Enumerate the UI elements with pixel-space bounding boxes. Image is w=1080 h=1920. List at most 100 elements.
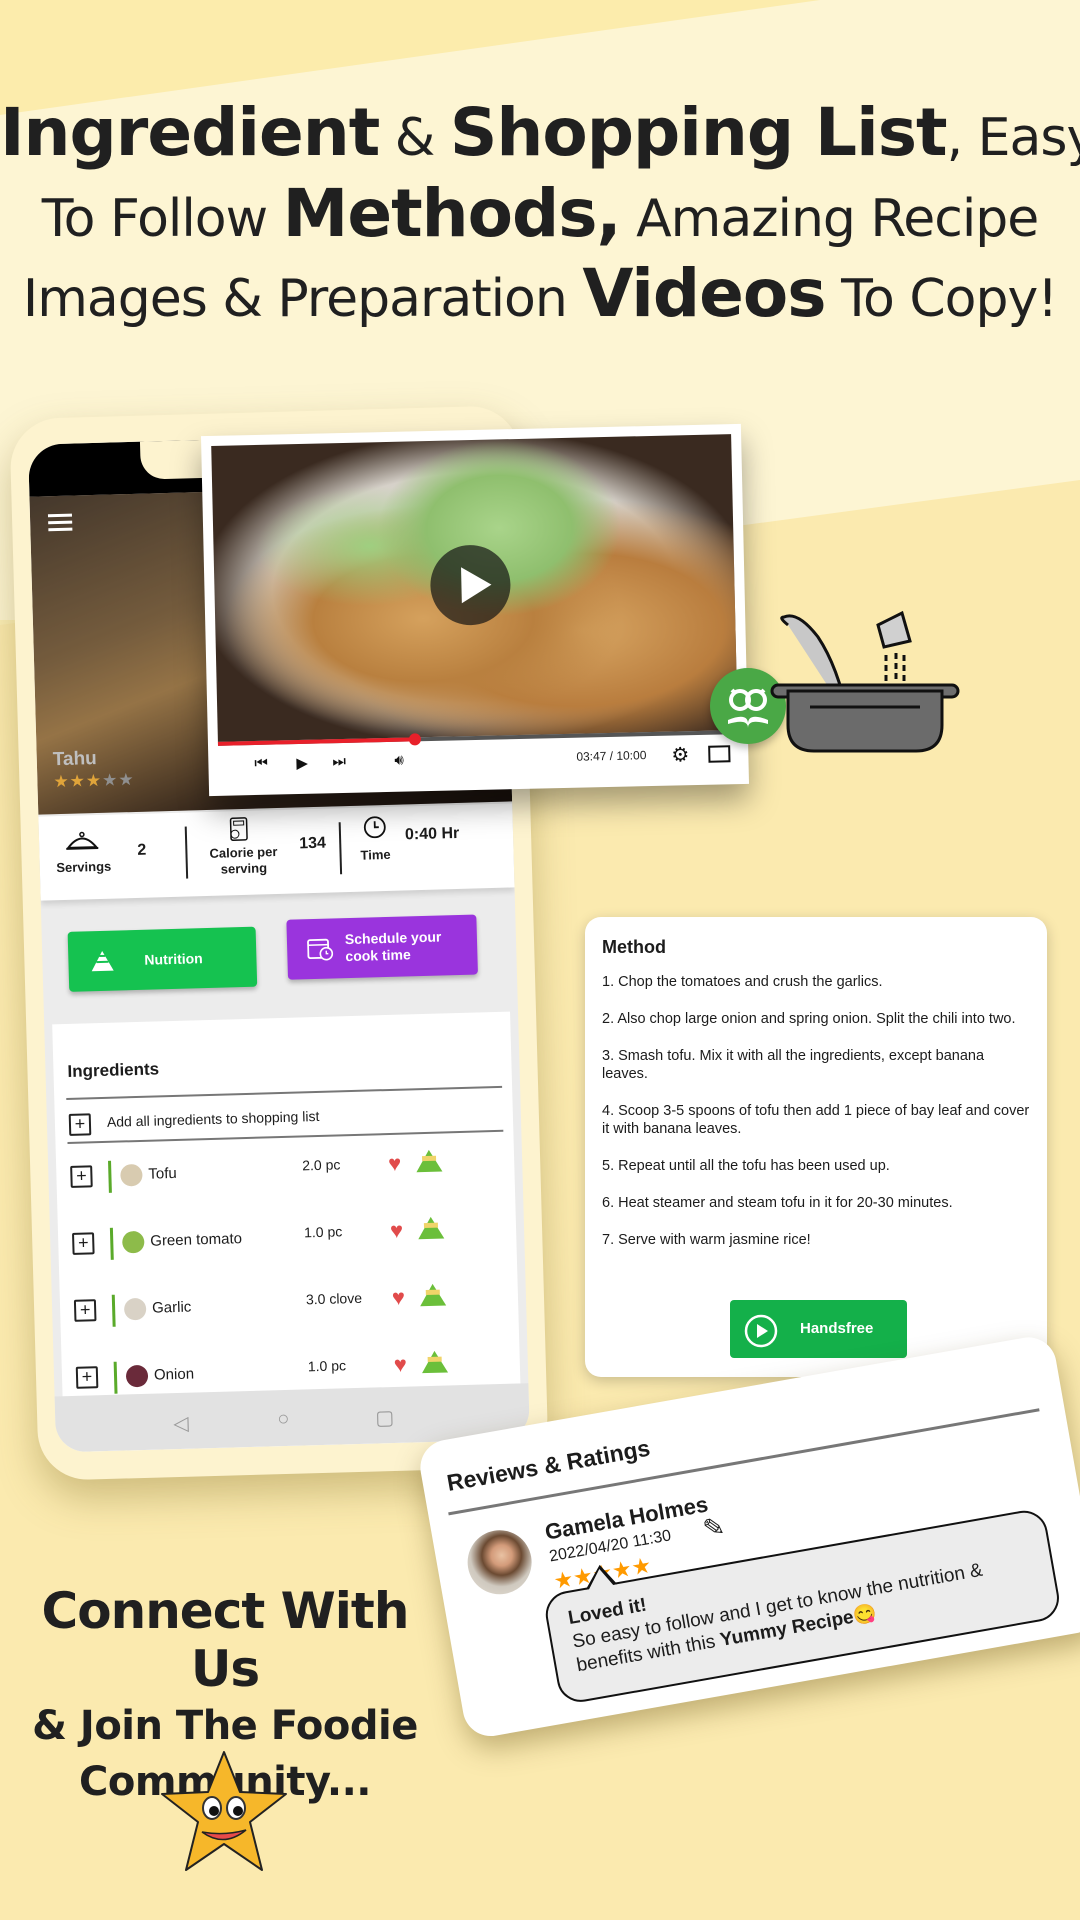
nutrition-pyramid-icon[interactable] [421,1350,449,1374]
health-heart-icon[interactable]: ♥ [392,1285,406,1311]
nutrition-button[interactable]: Nutrition [67,926,258,992]
ingredient-thumbnail [121,1230,145,1254]
health-heart-icon[interactable]: ♥ [388,1151,402,1177]
headline: Ingredient & Shopping List, Easy To Foll… [0,92,1080,334]
health-heart-icon[interactable]: ♥ [390,1218,404,1244]
play-icon[interactable]: ▶ [296,754,308,772]
ingredient-name: Green tomato [150,1230,243,1250]
headline-word: & [379,108,450,168]
ingredient-accent-bar [111,1294,116,1327]
skip-next-icon[interactable]: ⏭ [332,753,346,770]
nutrition-pyramid-icon[interactable] [415,1149,443,1173]
home-nav-icon[interactable]: ○ [277,1408,290,1431]
cooking-pot-illustration [770,605,960,755]
connect-line-1: Connect With Us [41,1582,410,1698]
ingredient-quantity: 1.0 pc [303,1223,343,1241]
ingredient-accent-bar [108,1160,112,1193]
method-step: 1. Chop the tomatoes and crush the garli… [602,974,883,990]
calendar-clock-icon [307,938,334,961]
play-overlay-button[interactable] [429,544,512,626]
ingredient-quantity: 2.0 pc [301,1156,341,1174]
recipe-rating-stars: ★★★★★ [53,770,135,792]
ingredient-accent-bar [109,1227,114,1260]
schedule-cook-time-button[interactable]: Schedule your cook time [286,914,478,980]
video-time: 03:47 / 10:00 [576,748,647,764]
plus-box-icon[interactable]: + [68,1113,92,1136]
recipe-stats-bar: Servings 2 Calorie per serving 134 Time … [38,803,515,901]
star-icon: ★ [53,771,70,792]
ingredient-quantity: 3.0 clove [305,1289,363,1308]
time-label: Time [360,846,391,863]
add-to-shopping-list-icon[interactable]: + [75,1366,99,1389]
divider [66,1085,503,1100]
method-card: Method 1. Chop the tomatoes and crush th… [585,917,1047,1377]
stat-divider [338,822,343,875]
method-step: 4. Scoop 3-5 spoons of tofu then add 1 p… [602,1103,1030,1137]
headline-line-1: Ingredient & Shopping List, Easy [0,92,1080,174]
nutrition-button-label: Nutrition [144,950,203,968]
volume-icon[interactable]: 🔊︎ [394,752,404,769]
recents-nav-icon[interactable]: ▢ [375,1405,395,1431]
back-nav-icon[interactable]: ◁ [173,1411,189,1436]
method-title: Method [602,937,666,957]
headline-word: Videos [582,255,826,332]
settings-gear-icon[interactable]: ⚙ [671,742,690,767]
ingredient-row: + Garlic 3.0 clove ♥ [60,1277,519,1350]
ingredient-thumbnail [120,1163,143,1187]
reviewer-avatar [462,1525,537,1600]
star-icon: ★ [85,770,103,791]
method-step: 5. Repeat until all the tofu has been us… [602,1158,890,1174]
divider [67,1129,504,1144]
cloche-icon [66,831,99,850]
yum-emoji-icon: 😋 [851,1602,879,1628]
headline-word: Methods, [282,175,622,252]
headline-word: Images & Preparation [22,269,583,329]
schedule-button-label: Schedule your cook time [344,928,442,965]
add-to-shopping-list-icon[interactable]: + [73,1299,97,1322]
star-icon: ★ [118,769,135,790]
headline-word: To Copy! [825,269,1058,329]
star-icon: ★ [69,771,87,791]
headline-word: Amazing Recipe [620,189,1039,249]
reviews-title: Reviews & Ratings [444,1434,653,1496]
add-to-shopping-list-icon[interactable]: + [70,1165,93,1188]
video-thumbnail [211,434,738,742]
ingredients-title: Ingredients [67,1059,160,1081]
method-step: 3. Smash tofu. Mix it with all the ingre… [602,1048,985,1082]
video-player: ⏮ ▶ ⏭ 🔊︎ 03:47 / 10:00 ⚙ [200,423,750,797]
method-steps: 1. Chop the tomatoes and crush the garli… [602,973,1032,1268]
ingredient-quantity: 1.0 pc [307,1357,347,1375]
headline-line-3: Images & Preparation Videos To Copy! [0,254,1080,334]
servings-stat: Servings 2 [38,813,180,901]
hamburger-menu-icon[interactable] [47,513,73,536]
edit-pencil-icon[interactable]: ✎ [700,1511,727,1545]
calorie-label: Calorie per serving [209,844,278,877]
recipe-title: Tahu [52,748,98,771]
add-to-shopping-list-icon[interactable]: + [72,1232,95,1255]
method-step: 7. Serve with warm jasmine rice! [602,1232,811,1248]
health-heart-icon[interactable]: ♥ [393,1352,407,1378]
ingredient-row: + Tofu 2.0 pc ♥ [56,1144,515,1217]
clock-icon [363,816,386,839]
handsfree-button[interactable]: Handsfree [730,1300,907,1358]
nutrition-pyramid-icon[interactable] [417,1216,445,1240]
nutrition-pyramid-icon [91,950,114,972]
ingredient-accent-bar [113,1361,118,1394]
ingredient-row: + Green tomato 1.0 pc ♥ [58,1210,517,1283]
ingredient-thumbnail [123,1297,147,1321]
calculator-icon [229,817,248,841]
add-all-to-shopping-list[interactable]: + Add all ingredients to shopping list [52,1012,510,1136]
play-circle-icon [744,1314,778,1348]
ingredients-list: + Tofu 2.0 pc ♥ + Green tomato 1.0 pc ♥ + Garlic 3… [52,1012,510,1394]
headline-word: , Easy [946,108,1080,168]
skip-previous-icon[interactable]: ⏮ [254,755,268,772]
ingredient-name: Tofu [148,1164,177,1183]
fullscreen-icon[interactable] [708,745,731,763]
time-stat: Time 0:40 Hr [342,803,514,892]
nutrition-pyramid-icon[interactable] [419,1283,447,1307]
calorie-value: 134 [299,834,327,853]
ingredient-name: Garlic [151,1298,192,1317]
method-step: 2. Also chop large onion and spring onio… [602,1011,1016,1027]
ingredient-name: Onion [153,1365,195,1384]
connect-line-2: & Join The Foodie [32,1703,418,1749]
